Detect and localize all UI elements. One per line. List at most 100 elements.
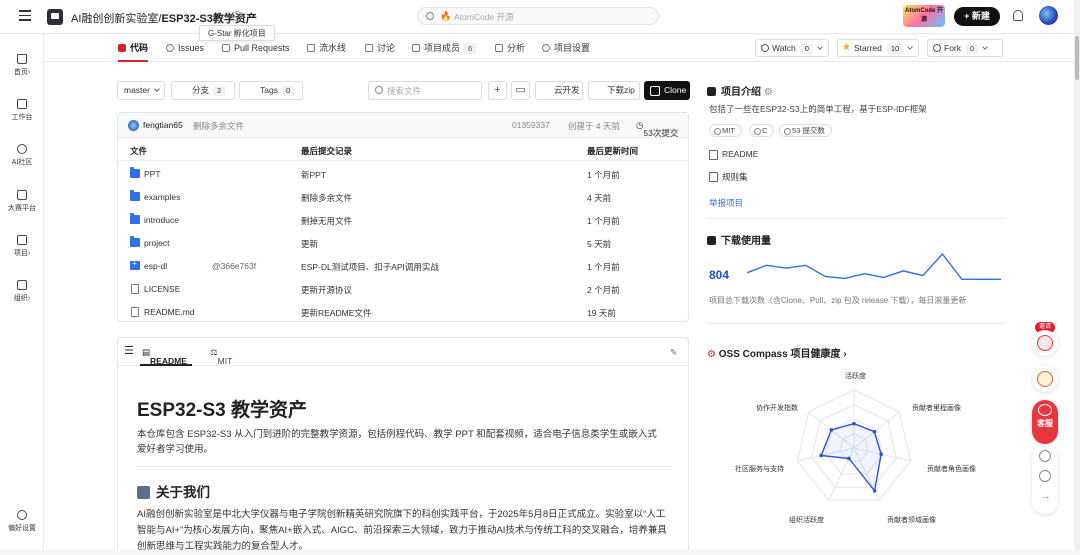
file-name[interactable]: esp-dl bbox=[144, 261, 167, 271]
file-commit[interactable]: ESP-DL测试项目、扣子API调用实战 bbox=[301, 261, 439, 273]
radar-label-domain: 贡献者领域画像 bbox=[887, 517, 936, 524]
branches-button[interactable]: 分支 2 bbox=[171, 81, 235, 100]
global-search-input[interactable]: 🔥 AtomCode 开源 bbox=[417, 7, 659, 25]
table-row[interactable]: LICENSE 更新开源协议 2 个月前 bbox=[118, 278, 688, 301]
nav-preferences[interactable]: 偏好设置 bbox=[0, 510, 44, 533]
commits-chip[interactable]: 53 提交数 bbox=[779, 124, 832, 137]
star-button[interactable]: ★ Starred 10 bbox=[837, 39, 919, 57]
downloads-note: 项目总下载次数（含Clone、Pull、zip 包及 release 下载），每… bbox=[709, 296, 967, 305]
table-row[interactable]: introduce 删掉无用文件 1 个月前 bbox=[118, 209, 688, 232]
file-name[interactable]: project bbox=[144, 238, 170, 248]
license-chip[interactable]: MIT bbox=[709, 124, 742, 137]
add-file-button[interactable]: + bbox=[488, 81, 507, 100]
nav-workbench[interactable]: 工作台 bbox=[0, 99, 44, 122]
file-commit[interactable]: 更新README文件 bbox=[301, 307, 371, 319]
arrow-right-icon[interactable]: → bbox=[1040, 490, 1051, 502]
readme-title: ESP32-S3 教学资产 bbox=[137, 400, 307, 421]
watch-button[interactable]: Watch 0 bbox=[755, 39, 829, 57]
repo-path: AI融创创新实验室/ESP32-S3教学资产 bbox=[71, 13, 257, 25]
download-zip-button[interactable]: 下载zip bbox=[588, 81, 640, 100]
nav-ai-community[interactable]: AI社区 bbox=[0, 144, 44, 167]
tab-code[interactable]: 代码 bbox=[118, 34, 149, 62]
table-row[interactable]: PPT 新PPT 1 个月前 bbox=[118, 163, 688, 186]
nav-projects[interactable]: 项目› bbox=[0, 235, 44, 258]
readme-tab[interactable]: ▤ README bbox=[142, 347, 187, 366]
file-commit[interactable]: 删掉无用文件 bbox=[301, 215, 352, 227]
tags-button[interactable]: Tags 0 bbox=[239, 81, 303, 100]
scrollbar-track[interactable] bbox=[1074, 0, 1080, 550]
org-link[interactable]: AI融创创新实验室 bbox=[71, 13, 158, 25]
file-commit[interactable]: 更新 bbox=[301, 238, 318, 250]
file-name[interactable]: README.md bbox=[144, 307, 195, 317]
trophy-icon bbox=[1037, 371, 1053, 387]
file-name[interactable]: PPT bbox=[144, 169, 161, 179]
commit-message[interactable]: 删除多余文件 bbox=[193, 120, 244, 132]
cloud-dev-button[interactable]: 云开发 bbox=[535, 81, 583, 100]
customer-service-button[interactable]: 客服 bbox=[1032, 400, 1058, 444]
file-search-input[interactable]: 搜索文件 bbox=[368, 81, 482, 100]
file-time: 1 个月前 bbox=[587, 216, 620, 226]
latest-commit-bar: fengtian65 删除多余文件 01359337 创建于 4 天前 ◷ 53… bbox=[118, 113, 688, 138]
tab-members[interactable]: 项目成员 6 bbox=[412, 34, 477, 62]
menu-icon[interactable] bbox=[19, 10, 31, 22]
trophy-button[interactable] bbox=[1032, 366, 1058, 392]
gift-button[interactable] bbox=[1032, 330, 1058, 356]
flame-icon: 🔥 bbox=[440, 11, 452, 21]
sparkline-series bbox=[746, 252, 1001, 280]
rules-link[interactable]: 规则集 bbox=[709, 171, 748, 183]
nav-orgs[interactable]: 组织› bbox=[0, 280, 44, 303]
report-link[interactable]: 举报项目 bbox=[709, 197, 743, 209]
repo-link[interactable]: ESP32-S3教学资产 bbox=[161, 13, 256, 25]
commit-author[interactable]: fengtian65 bbox=[143, 120, 183, 130]
tab-analytics[interactable]: 分析 bbox=[495, 34, 525, 62]
readme-link[interactable]: README bbox=[709, 149, 758, 160]
notification-bell-icon[interactable] bbox=[1013, 10, 1023, 21]
nav-contest[interactable]: 大赛平台 bbox=[0, 190, 44, 213]
pipeline-icon bbox=[307, 44, 315, 52]
list-icon[interactable]: ☰ bbox=[124, 344, 134, 357]
file-name[interactable]: LICENSE bbox=[144, 284, 180, 294]
table-row[interactable]: esp-dl @366e763f ESP-DL测试项目、扣子API调用实战 1 个月前 bbox=[118, 255, 688, 278]
file-name[interactable]: introduce bbox=[144, 215, 179, 225]
commit-hash[interactable]: 01359337 bbox=[512, 120, 550, 130]
license-tab[interactable]: ⚖ MIT bbox=[210, 347, 232, 366]
settings-small-icon[interactable]: ⚙ bbox=[764, 87, 773, 98]
file-commit[interactable]: 更新开源协议 bbox=[301, 284, 352, 296]
file-commit[interactable]: 新PPT bbox=[301, 169, 326, 181]
tab-settings[interactable]: 项目设置 bbox=[542, 34, 590, 62]
file-time: 1 个月前 bbox=[587, 262, 620, 272]
feedback-icon[interactable] bbox=[1039, 470, 1051, 482]
headset-icon bbox=[1038, 404, 1052, 416]
table-row[interactable]: README.md 更新README文件 19 天前 bbox=[118, 301, 688, 324]
radar-label-milestone: 贡献者里程画像 bbox=[912, 405, 961, 412]
tab-pipeline[interactable]: 流水线 bbox=[307, 34, 346, 62]
submodule-ref[interactable]: @366e763f bbox=[212, 261, 256, 271]
help-icon[interactable] bbox=[1039, 450, 1051, 462]
about-heading: 关于我们 bbox=[137, 481, 210, 501]
author-avatar bbox=[128, 120, 139, 131]
clone-button[interactable]: Clone bbox=[644, 81, 690, 100]
language-chip[interactable]: C bbox=[749, 124, 775, 137]
tab-issues-label: Issues bbox=[178, 43, 205, 53]
scrollbar-thumb[interactable] bbox=[1075, 36, 1079, 80]
fork-icon bbox=[933, 44, 941, 52]
table-row[interactable]: project 更新 5 天前 bbox=[118, 232, 688, 255]
tab-discussions[interactable]: 讨论 bbox=[365, 34, 395, 62]
file-commit[interactable]: 删除多余文件 bbox=[301, 192, 352, 204]
compass-title[interactable]: ⚙ OSS Compass 项目健康度 › bbox=[707, 345, 847, 360]
nav-projects-label: 项目 bbox=[13, 250, 28, 257]
branch-select[interactable]: master bbox=[117, 81, 165, 100]
nav-home[interactable]: 首页› bbox=[0, 54, 44, 77]
commit-count[interactable]: ◷ 53次提交 bbox=[636, 120, 678, 138]
atomcode-badge[interactable]: AtomCode 开源 bbox=[903, 5, 945, 27]
radar-point bbox=[819, 453, 824, 458]
about-text: AI融创创新实验室是中北大学仪器与电子学院创新精英研究院旗下的科创实践平台，于2… bbox=[137, 509, 667, 552]
new-button[interactable]: + 新建 bbox=[954, 7, 1000, 26]
gstar-badge-icon[interactable] bbox=[232, 11, 242, 21]
panel-toggle-button[interactable]: ▭ bbox=[511, 81, 530, 100]
fork-button[interactable]: Fork 0 bbox=[927, 39, 1003, 57]
file-name[interactable]: examples bbox=[144, 192, 180, 202]
table-row[interactable]: examples 删除多余文件 4 天前 bbox=[118, 186, 688, 209]
user-avatar[interactable] bbox=[1039, 6, 1058, 25]
edit-pencil-icon[interactable]: ✎ bbox=[670, 347, 677, 358]
